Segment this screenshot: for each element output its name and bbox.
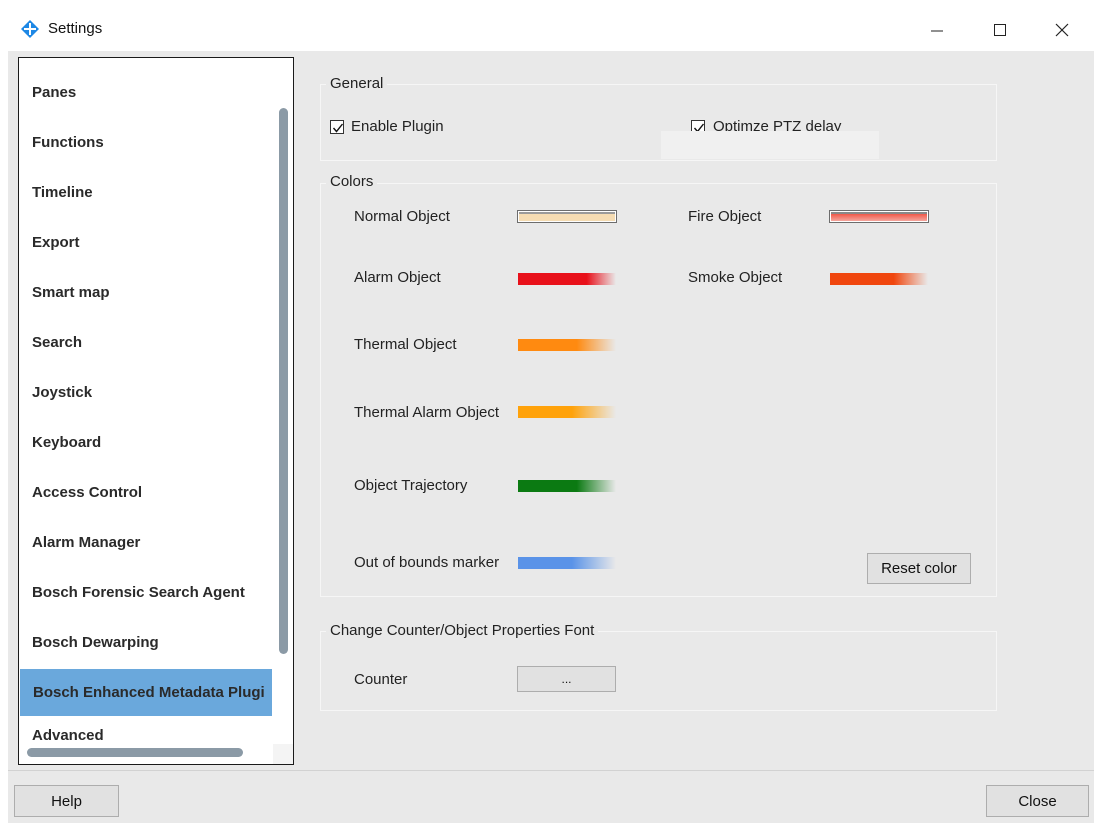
thermal-object-color-swatch[interactable] — [518, 339, 616, 351]
object-trajectory-color-swatch[interactable] — [518, 480, 616, 492]
thermal-alarm-object-label: Thermal Alarm Object — [354, 404, 500, 421]
app-diamond-icon — [21, 20, 39, 38]
nav-item-access-control[interactable]: Access Control — [19, 469, 273, 516]
horizontal-scrollbar[interactable] — [27, 748, 243, 757]
minimize-icon — [931, 30, 943, 31]
alarm-object-color-swatch[interactable] — [518, 273, 616, 285]
font-group — [320, 631, 997, 711]
nav-item-search[interactable]: Search — [19, 319, 273, 366]
smoke-object-label: Smoke Object — [688, 269, 783, 286]
fire-object-label: Fire Object — [688, 208, 762, 225]
nav-item-alarm-manager[interactable]: Alarm Manager — [19, 519, 273, 566]
nav-item-joystick[interactable]: Joystick — [19, 369, 273, 416]
nav-item-bosch-enhanced-metadata-plugin[interactable]: Bosch Enhanced Metadata Plugi — [20, 669, 272, 716]
nav-item-functions[interactable]: Functions — [19, 119, 273, 166]
alarm-object-label: Alarm Object — [354, 269, 441, 286]
enable-plugin-label[interactable]: Enable Plugin — [351, 118, 444, 135]
vertical-scrollbar[interactable] — [279, 108, 288, 654]
close-icon — [1055, 23, 1069, 36]
scrollbar-corner — [273, 744, 293, 764]
minimize-button[interactable] — [914, 8, 960, 51]
settings-nav-list: Panes Functions Timeline Export Smart ma… — [18, 57, 294, 765]
normal-object-label: Normal Object — [354, 208, 450, 225]
reset-color-button[interactable]: Reset color — [867, 553, 971, 584]
nav-item-panes[interactable]: Panes — [19, 69, 273, 116]
checkmark-icon — [332, 123, 344, 133]
close-button[interactable]: Close — [986, 785, 1089, 817]
out-of-bounds-marker-label: Out of bounds marker — [354, 554, 500, 571]
object-trajectory-label: Object Trajectory — [354, 477, 468, 494]
fire-object-color-swatch[interactable] — [829, 210, 929, 223]
title-bar: Settings — [8, 8, 1094, 51]
colors-group-title: Colors — [326, 173, 378, 190]
counter-font-button[interactable]: ... — [517, 666, 616, 692]
maximize-icon — [994, 23, 1006, 36]
nav-item-export[interactable]: Export — [19, 219, 273, 266]
footer-separator — [8, 770, 1094, 771]
close-window-button[interactable] — [1039, 8, 1085, 51]
tooltip-overlay — [661, 131, 879, 159]
nav-item-timeline[interactable]: Timeline — [19, 169, 273, 216]
nav-item-bosch-forensic-search-agent[interactable]: Bosch Forensic Search Agent — [19, 569, 273, 616]
nav-item-smart-map[interactable]: Smart map — [19, 269, 273, 316]
general-group-title: General — [326, 75, 388, 92]
thermal-alarm-object-color-swatch[interactable] — [518, 406, 616, 418]
out-of-bounds-marker-color-swatch[interactable] — [518, 557, 616, 569]
maximize-button[interactable] — [977, 8, 1023, 51]
normal-object-color-swatch[interactable] — [517, 210, 617, 223]
font-group-title: Change Counter/Object Properties Font — [326, 622, 599, 639]
counter-label: Counter — [354, 671, 408, 688]
colors-group — [320, 183, 997, 597]
nav-item-advanced[interactable]: Advanced — [19, 719, 273, 751]
nav-item-keyboard[interactable]: Keyboard — [19, 419, 273, 466]
thermal-object-label: Thermal Object — [354, 336, 457, 353]
enable-plugin-checkbox[interactable] — [330, 120, 344, 134]
window-title: Settings — [48, 20, 103, 37]
smoke-object-color-swatch[interactable] — [830, 273, 928, 285]
settings-window: Panes Functions Timeline Export Smart ma… — [8, 51, 1094, 823]
help-button[interactable]: Help — [14, 785, 119, 817]
nav-item-bosch-dewarping[interactable]: Bosch Dewarping — [19, 619, 273, 666]
